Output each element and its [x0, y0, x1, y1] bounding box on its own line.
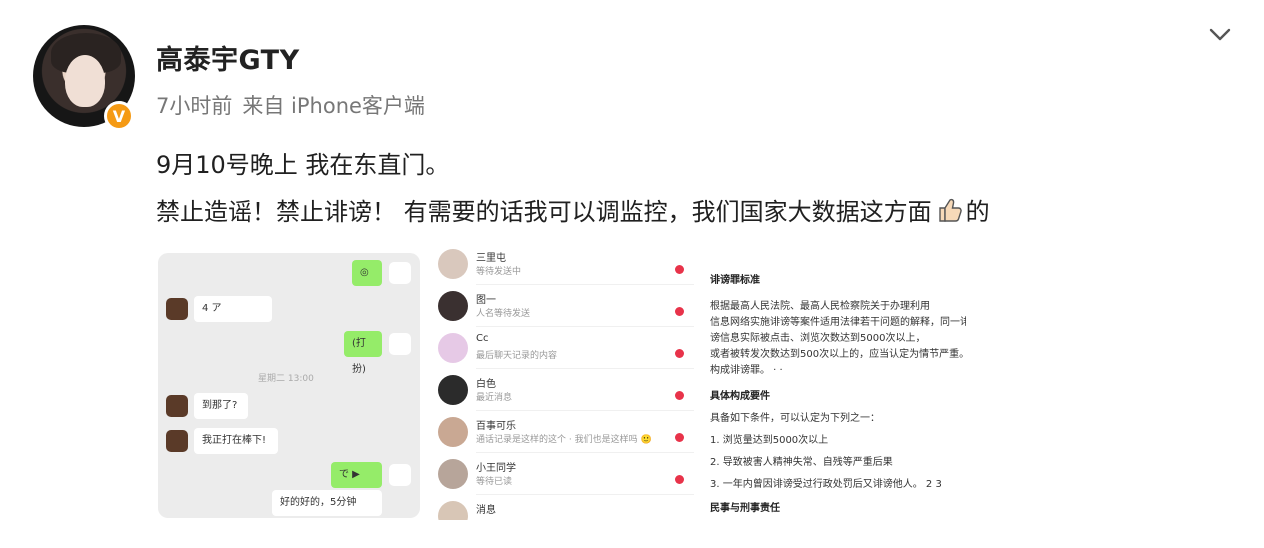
- avatar: [389, 333, 411, 355]
- chat-bubble: (打扮): [344, 331, 382, 375]
- list-item-subtitle: 等待已读: [476, 477, 513, 487]
- list-item: 三里屯 等待发送中: [432, 245, 694, 285]
- paragraph-line: 构成诽谤罪。 · ·: [710, 365, 783, 376]
- list-item-subtitle: 人名等待发送: [476, 309, 531, 319]
- attached-image-list[interactable]: 三里屯 等待发送中 图一 人名等待发送 Cc 最后聊天记录的内容 白色 最近消息…: [432, 245, 694, 520]
- post-text-line-1: 9月10号晚上 我在东直门。: [156, 151, 450, 179]
- verified-badge-icon: V: [104, 101, 134, 131]
- divider: [476, 452, 694, 453]
- list-item: 小王同学 等待已读: [432, 455, 694, 495]
- section-heading: 民事与刑事责任: [710, 503, 780, 514]
- unread-dot: [675, 475, 684, 484]
- post-source[interactable]: 来自 iPhone客户端: [242, 94, 425, 118]
- divider: [476, 368, 694, 369]
- list-item-title: 小王同学: [476, 463, 516, 474]
- list-item: Cc 最后聊天记录的内容: [432, 329, 694, 369]
- post-text-tail: 的: [965, 198, 990, 226]
- chat-bubble: ◎: [352, 260, 382, 286]
- list-item-title: 消息: [476, 505, 496, 516]
- divider: [476, 284, 694, 285]
- chat-bubble: 好的好的，5分钟到。: [272, 490, 382, 516]
- section-heading: 具体构成要件: [710, 391, 770, 402]
- post-meta: 7小时前 来自 iPhone客户端: [156, 90, 435, 120]
- list-item: 图一 人名等待发送: [432, 287, 694, 327]
- unread-dot: [675, 265, 684, 274]
- list-item-subtitle: 等待发送中: [476, 267, 522, 277]
- post-time: 7小时前: [156, 94, 233, 118]
- list-item: 1. 浏览量达到5000次以上: [710, 435, 829, 446]
- chat-bubble: で ▶: [331, 462, 382, 488]
- chat-timestamp: 星期二 13:00: [258, 374, 314, 384]
- list-item-title: Cc: [476, 333, 489, 344]
- list-item: 白色 最近消息: [432, 371, 694, 411]
- list-item: 消息: [432, 497, 694, 520]
- list-item: 2. 导致被害人精神失常、自残等严重后果: [710, 457, 893, 468]
- unread-dot: [675, 307, 684, 316]
- chevron-down-icon[interactable]: [1205, 20, 1235, 50]
- avatar: [166, 298, 188, 320]
- chat-bubble: 4 ア: [194, 296, 272, 322]
- list-item-subtitle: 最后聊天记录的内容: [476, 351, 558, 361]
- chat-bubble: 我正打在棒下!: [194, 428, 278, 454]
- divider: [476, 410, 694, 411]
- paragraph-line: 信息网络实施诽谤等案件适用法律若干问题的解释，同一诽: [710, 317, 966, 328]
- post-text-main: 禁止造谣！禁止诽谤！ 有需要的话我可以调监控，我们国家大数据这方面: [156, 198, 932, 226]
- section-heading: 诽谤罪标准: [710, 275, 760, 286]
- list-avatar: [438, 501, 468, 520]
- attached-image-chat[interactable]: ◎ 4 ア (打扮) 星期二 13:00 到那了? 我正打在棒下! で ▶ 好的…: [158, 253, 420, 518]
- list-avatar: [438, 459, 468, 489]
- list-item: 3. 一年内曾因诽谤受过行政处罚后又诽谤他人。 2 3: [710, 479, 942, 490]
- divider: [476, 494, 694, 495]
- paragraph-line: 具备如下条件，可以认定为下列之一：: [710, 413, 880, 424]
- avatar-face: [65, 55, 105, 107]
- attached-image-text[interactable]: 诽谤罪标准 根据最高人民法院、最高人民检察院关于办理利用 信息网络实施诽谤等案件…: [704, 245, 966, 520]
- avatar: [389, 464, 411, 486]
- list-avatar: [438, 291, 468, 321]
- paragraph-line: 或者被转发次数达到500次以上的，应当认定为情节严重。: [710, 349, 966, 360]
- avatar: [389, 262, 411, 284]
- list-item-title: 白色: [476, 379, 496, 390]
- unread-dot: [675, 433, 684, 442]
- paragraph-line: 根据最高人民法院、最高人民检察院关于办理利用: [710, 301, 930, 312]
- list-avatar: [438, 333, 468, 363]
- list-item-subtitle: 通话记录是这样的这个 · 我们也是这样吗 🙂: [476, 435, 652, 445]
- list-avatar: [438, 249, 468, 279]
- list-avatar: [438, 417, 468, 447]
- unread-dot: [675, 391, 684, 400]
- avatar: [166, 430, 188, 452]
- avatar: [166, 395, 188, 417]
- post-text-line-2: 禁止造谣！禁止诽谤！ 有需要的话我可以调监控，我们国家大数据这方面 的: [156, 192, 990, 227]
- list-item: 百事可乐 通话记录是这样的这个 · 我们也是这样吗 🙂: [432, 413, 694, 453]
- unread-dot: [675, 349, 684, 358]
- list-item-title: 三里屯: [476, 253, 506, 264]
- thumbs-up-icon: [938, 198, 962, 222]
- list-avatar: [438, 375, 468, 405]
- list-item-title: 图一: [476, 295, 496, 306]
- username[interactable]: 高泰宇GTY: [156, 38, 300, 77]
- chat-bubble: 到那了?: [194, 393, 248, 419]
- list-item-title: 百事可乐: [476, 421, 516, 432]
- paragraph-line: 谤信息实际被点击、浏览次数达到5000次以上，: [710, 333, 926, 344]
- list-item-subtitle: 最近消息: [476, 393, 513, 403]
- divider: [476, 326, 694, 327]
